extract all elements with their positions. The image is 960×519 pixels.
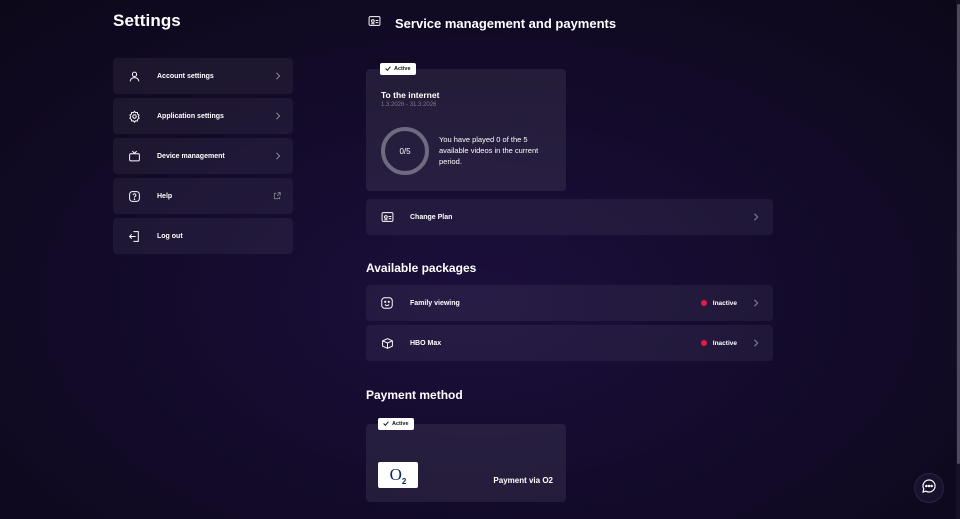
package-label: Family viewing	[410, 299, 460, 307]
check-icon	[383, 420, 389, 428]
nav-item-help[interactable]: Help	[113, 178, 293, 214]
chat-icon	[921, 478, 937, 499]
nav-item-log-out[interactable]: Log out	[113, 218, 293, 254]
nav-item-label: Application settings	[157, 112, 224, 120]
family-face-icon	[380, 296, 394, 310]
status-badge: Active	[380, 63, 416, 75]
status-badge: Active	[378, 418, 414, 430]
status-label: Inactive	[712, 339, 737, 347]
nav-item-account-settings[interactable]: Account settings	[113, 58, 293, 94]
payment-title: Payment method	[366, 388, 463, 402]
o2-logo-subscript: 2	[401, 476, 407, 486]
status-inactive: Inactive	[700, 299, 737, 307]
chevron-right-icon	[753, 213, 759, 221]
o2-logo: O 2	[378, 462, 418, 488]
change-plan-label: Change Plan	[410, 213, 453, 221]
check-icon	[385, 65, 391, 73]
package-item-family-viewing[interactable]: Family viewing Inactive	[366, 285, 773, 321]
package-box-icon	[380, 336, 394, 350]
nav-item-label: Device management	[157, 152, 225, 160]
plan-description: You have played 0 of the 5 available vid…	[439, 135, 539, 166]
status-inactive: Inactive	[700, 339, 737, 347]
progress-text: 0/5	[399, 146, 411, 156]
tv-icon	[127, 149, 141, 163]
page-header: Service management and payments	[368, 14, 616, 32]
nav-item-label: Log out	[157, 232, 183, 240]
logout-icon	[127, 229, 141, 243]
package-label: HBO Max	[410, 339, 442, 347]
plan-name: To the internet	[381, 90, 440, 100]
status-dot	[700, 300, 707, 306]
plan-dates: 1.3.2026 - 31.3.2026	[381, 102, 437, 108]
change-plan-button[interactable]: Change Plan	[366, 199, 773, 235]
status-badge-label: Active	[392, 421, 409, 427]
status-badge-label: Active	[394, 66, 411, 72]
package-item-hbo-max[interactable]: HBO Max Inactive	[366, 325, 773, 361]
chat-support-button[interactable]	[914, 473, 944, 503]
nav-item-device-management[interactable]: Device management	[113, 138, 293, 174]
nav-item-application-settings[interactable]: Application settings	[113, 98, 293, 134]
status-label: Inactive	[712, 299, 737, 307]
external-link-icon	[273, 192, 281, 200]
nav-item-label: Help	[157, 192, 173, 200]
packages-title: Available packages	[366, 261, 477, 275]
chevron-right-icon	[275, 112, 281, 120]
chevron-right-icon	[275, 152, 281, 160]
payment-method-card[interactable]: Active O 2 Payment via O2	[366, 418, 566, 502]
gear-icon	[127, 109, 141, 123]
status-dot	[700, 340, 707, 346]
chevron-right-icon	[753, 339, 759, 347]
chevron-right-icon	[753, 299, 759, 307]
payment-label: Payment via O2	[493, 476, 553, 485]
sidebar-title: Settings	[113, 11, 181, 30]
chevron-right-icon	[275, 72, 281, 80]
contract-icon	[368, 14, 381, 32]
user-icon	[127, 69, 141, 83]
current-plan-card: Active To the internet 1.3.2026 - 31.3.2…	[366, 63, 566, 191]
nav-item-label: Account settings	[157, 72, 214, 80]
o2-logo-letter: O	[389, 465, 402, 484]
settings-nav: Account settings Application settings De…	[113, 58, 293, 258]
contract-icon	[380, 210, 394, 224]
help-icon	[127, 189, 141, 203]
page-title: Service management and payments	[395, 15, 617, 31]
